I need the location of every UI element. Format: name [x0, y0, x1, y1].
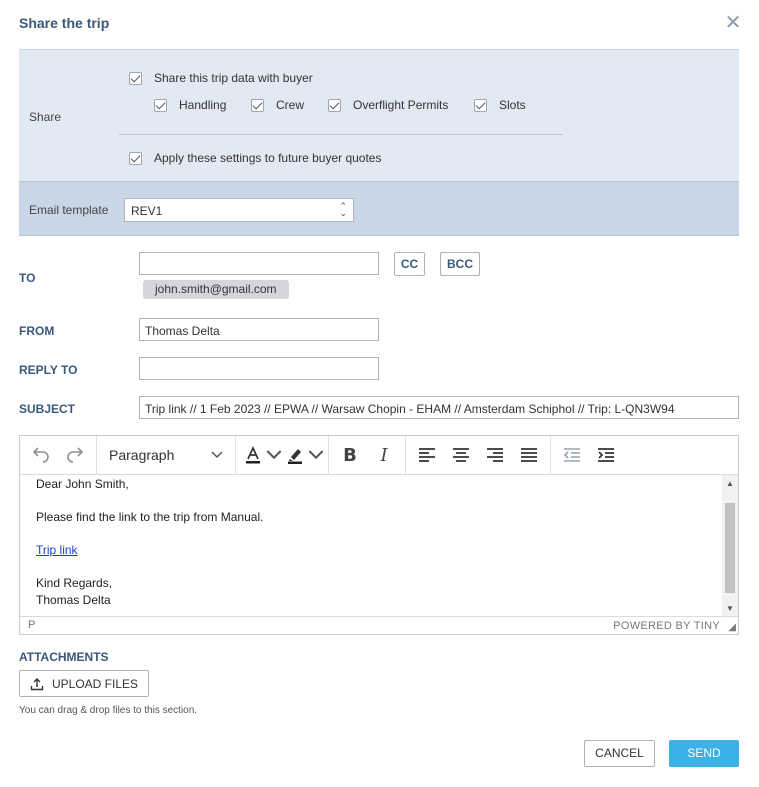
close-icon[interactable]: ✕: [724, 13, 742, 33]
undo-icon[interactable]: [24, 440, 58, 470]
cc-button[interactable]: CC: [394, 252, 425, 276]
outdent-icon[interactable]: [555, 440, 589, 470]
powered-by-link[interactable]: POWERED BY TINY: [613, 620, 720, 632]
indent-icon[interactable]: [589, 440, 623, 470]
drag-drop-hint: You can drag & drop files to this sectio…: [19, 705, 198, 716]
alignment-group: [406, 435, 551, 475]
handling-checkbox[interactable]: Handling: [154, 98, 226, 112]
highlight-color-icon[interactable]: [282, 440, 308, 470]
email-body-line: Please find the link to the trip from Ma…: [36, 510, 264, 524]
text-style-group: B I: [329, 435, 406, 475]
checkbox-checked-icon[interactable]: [154, 98, 167, 112]
email-greeting: Dear John Smith,: [36, 477, 129, 491]
cancel-button[interactable]: CANCEL: [584, 740, 655, 767]
to-label: TO: [19, 271, 36, 285]
checkbox-checked-icon[interactable]: [129, 151, 142, 165]
color-group: [236, 435, 329, 475]
crew-checkbox[interactable]: Crew: [251, 98, 304, 112]
editor-scrollbar[interactable]: ▲ ▼: [722, 475, 738, 617]
apply-future-checkbox[interactable]: Apply these settings to future buyer quo…: [129, 151, 381, 165]
align-center-icon[interactable]: [444, 440, 478, 470]
scroll-down-icon[interactable]: ▼: [726, 604, 734, 613]
checkbox-checked-icon[interactable]: [251, 98, 264, 112]
send-button[interactable]: SEND: [669, 740, 739, 767]
to-input[interactable]: [139, 252, 379, 275]
email-template-select[interactable]: REV1 ⌃ ⌄: [124, 198, 354, 222]
share-trip-data-checkbox[interactable]: Share this trip data with buyer: [129, 71, 313, 85]
email-template-label: Email template: [29, 203, 109, 217]
page-title: Share the trip: [19, 15, 110, 31]
history-group: [20, 435, 97, 475]
bcc-button[interactable]: BCC: [440, 252, 480, 276]
subject-input[interactable]: Trip link // 1 Feb 2023 // EPWA // Warsa…: [139, 396, 739, 419]
rich-text-editor: Paragraph B I Dear John Smith, Please fi…: [19, 435, 739, 635]
upload-files-button[interactable]: UPLOAD FILES: [19, 670, 149, 697]
scroll-thumb[interactable]: [725, 503, 735, 593]
recipient-chip[interactable]: john.smith@gmail.com: [143, 280, 289, 299]
checkbox-checked-icon[interactable]: [474, 98, 487, 112]
share-divider: [119, 134, 563, 135]
editor-toolbar: Paragraph B I: [20, 435, 738, 475]
overflight-permits-checkbox[interactable]: Overflight Permits: [328, 98, 448, 112]
from-label: FROM: [19, 324, 55, 338]
chevron-down-icon[interactable]: [266, 440, 282, 470]
from-input[interactable]: Thomas Delta: [139, 318, 379, 341]
upload-icon: [30, 677, 44, 690]
resize-handle-icon[interactable]: ◢: [728, 622, 736, 633]
share-label: Share: [29, 110, 62, 124]
editor-content[interactable]: Dear John Smith, Please find the link to…: [20, 475, 720, 617]
italic-icon[interactable]: I: [367, 440, 401, 470]
element-path[interactable]: P: [28, 619, 35, 631]
attachments-label: ATTACHMENTS: [19, 650, 109, 664]
align-right-icon[interactable]: [478, 440, 512, 470]
email-template-panel: Email template REV1 ⌃ ⌄: [19, 181, 739, 236]
block-format-group: Paragraph: [97, 435, 236, 475]
checkbox-checked-icon[interactable]: [129, 71, 142, 85]
email-closing: Kind Regards,: [36, 576, 113, 590]
scroll-up-icon[interactable]: ▲: [726, 479, 734, 488]
share-panel: Share Share this trip data with buyer Ha…: [19, 49, 739, 181]
checkbox-checked-icon[interactable]: [328, 98, 341, 112]
text-color-icon[interactable]: [240, 440, 266, 470]
redo-icon[interactable]: [58, 440, 92, 470]
slots-checkbox[interactable]: Slots: [474, 98, 526, 112]
chevron-down-icon: [211, 451, 223, 459]
align-left-icon[interactable]: [410, 440, 444, 470]
subject-label: SUBJECT: [19, 402, 76, 416]
block-format-select[interactable]: Paragraph: [101, 440, 231, 470]
indent-group: [551, 436, 627, 475]
trip-link[interactable]: Trip link: [36, 543, 78, 557]
editor-statusbar: P POWERED BY TINY ◢: [20, 616, 738, 634]
align-justify-icon[interactable]: [512, 440, 546, 470]
reply-to-label: REPLY TO: [19, 363, 78, 377]
reply-to-input[interactable]: [139, 357, 379, 380]
bold-icon[interactable]: B: [333, 440, 367, 470]
select-arrows-icon: ⌃ ⌄: [339, 201, 347, 218]
chevron-down-icon[interactable]: [308, 440, 324, 470]
email-signature: Thomas Delta: [36, 593, 111, 607]
